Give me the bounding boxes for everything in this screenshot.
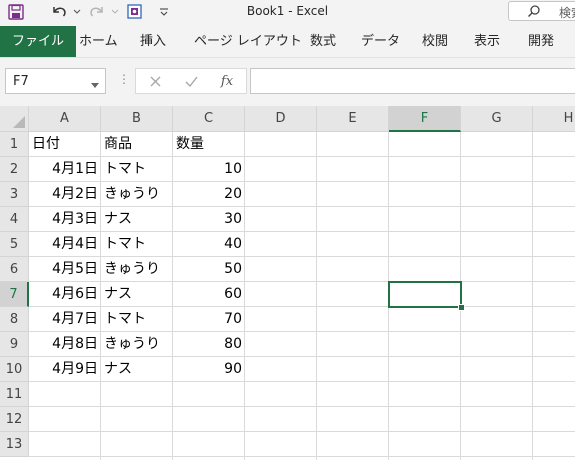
formula-buttons: fx <box>135 68 247 94</box>
column-header-e[interactable]: E <box>317 106 389 132</box>
column-header-g[interactable]: G <box>461 106 533 132</box>
formula-bar: F7 ⋮ fx <box>0 58 575 106</box>
cell-b7[interactable]: ナス <box>101 282 173 307</box>
cell-c1[interactable]: 数量 <box>173 132 245 157</box>
title-bar: Book1 - Excel 検索 <box>0 0 575 26</box>
cell-c10[interactable]: 90 <box>173 357 245 382</box>
cell-c4[interactable]: 30 <box>173 207 245 232</box>
row-header-7[interactable]: 7 <box>0 282 29 307</box>
cell-b6[interactable]: きゅうり <box>101 257 173 282</box>
column-header-a[interactable]: A <box>29 106 101 132</box>
select-all-button[interactable] <box>0 106 29 132</box>
cell-a10[interactable]: 4月9日 <box>29 357 101 382</box>
active-cell-selection[interactable] <box>388 281 462 308</box>
formula-input[interactable] <box>250 68 575 94</box>
column-header-h[interactable]: H <box>533 106 575 132</box>
search-label: 検索 <box>559 6 575 20</box>
cell-a7[interactable]: 4月6日 <box>29 282 101 307</box>
cell-a4[interactable]: 4月3日 <box>29 207 101 232</box>
column-header-c[interactable]: C <box>173 106 245 132</box>
enter-icon[interactable] <box>176 69 206 93</box>
cell-c9[interactable]: 80 <box>173 332 245 357</box>
cell-b10[interactable]: ナス <box>101 357 173 382</box>
row-header-3[interactable]: 3 <box>0 182 29 207</box>
gridline <box>29 456 575 457</box>
cell-b1[interactable]: 商品 <box>101 132 173 157</box>
cell-a5[interactable]: 4月4日 <box>29 232 101 257</box>
select-all-triangle-icon <box>13 116 25 128</box>
tab-home[interactable]: ホーム <box>79 26 118 57</box>
row-header-12[interactable]: 12 <box>0 407 29 432</box>
insert-function-icon[interactable]: fx <box>212 69 242 93</box>
row-header-10[interactable]: 10 <box>0 357 29 382</box>
cell-a8[interactable]: 4月7日 <box>29 307 101 332</box>
window-title: Book1 - Excel <box>246 4 329 18</box>
cancel-icon[interactable] <box>140 69 170 93</box>
row-header-11[interactable]: 11 <box>0 382 29 407</box>
worksheet-grid[interactable]: A B C D E F G H 1 2 3 4 5 6 7 8 9 10 11 … <box>0 106 575 460</box>
cell-b9[interactable]: きゅうり <box>101 332 173 357</box>
gridline <box>29 406 575 407</box>
formula-bar-grip-icon[interactable]: ⋮ <box>118 72 130 86</box>
tab-data[interactable]: データ <box>361 26 400 57</box>
gridline <box>29 431 575 432</box>
column-header-d[interactable]: D <box>245 106 317 132</box>
row-header-6[interactable]: 6 <box>0 257 29 282</box>
cell-c7[interactable]: 60 <box>173 282 245 307</box>
cell-a3[interactable]: 4月2日 <box>29 182 101 207</box>
tab-file[interactable]: ファイル <box>0 26 77 57</box>
cell-a6[interactable]: 4月5日 <box>29 257 101 282</box>
row-header-8[interactable]: 8 <box>0 307 29 332</box>
tab-insert[interactable]: 挿入 <box>140 26 166 57</box>
cell-c3[interactable]: 20 <box>173 182 245 207</box>
tab-view[interactable]: 表示 <box>474 26 500 57</box>
name-box-value: F7 <box>13 74 29 89</box>
name-box[interactable]: F7 <box>5 68 106 94</box>
tab-formulas[interactable]: 数式 <box>310 26 336 57</box>
search-box[interactable]: 検索 <box>508 1 575 21</box>
cell-c6[interactable]: 50 <box>173 257 245 282</box>
row-header-9[interactable]: 9 <box>0 332 29 357</box>
tab-developer[interactable]: 開発 <box>528 26 554 57</box>
cell-c2[interactable]: 10 <box>173 157 245 182</box>
cell-a2[interactable]: 4月1日 <box>29 157 101 182</box>
cell-b4[interactable]: ナス <box>101 207 173 232</box>
cell-a1[interactable]: 日付 <box>29 132 101 157</box>
fill-handle[interactable] <box>458 304 465 311</box>
row-header-1[interactable]: 1 <box>0 132 29 157</box>
search-icon <box>527 4 541 22</box>
row-header-5[interactable]: 5 <box>0 232 29 257</box>
chevron-down-icon[interactable] <box>91 78 99 93</box>
cell-a9[interactable]: 4月8日 <box>29 332 101 357</box>
cell-c5[interactable]: 40 <box>173 232 245 257</box>
tab-review[interactable]: 校閲 <box>422 26 448 57</box>
cell-b8[interactable]: トマト <box>101 307 173 332</box>
column-header-b[interactable]: B <box>101 106 173 132</box>
cell-c8[interactable]: 70 <box>173 307 245 332</box>
tab-page-layout[interactable]: ページ レイアウト <box>194 26 302 57</box>
cell-b2[interactable]: トマト <box>101 157 173 182</box>
cell-b3[interactable]: きゅうり <box>101 182 173 207</box>
ribbon-tab-bar: ファイル ホーム 挿入 ページ レイアウト 数式 データ 校閲 表示 開発 <box>0 26 575 58</box>
row-header-13[interactable]: 13 <box>0 432 29 457</box>
column-header-f[interactable]: F <box>389 106 461 132</box>
row-header-4[interactable]: 4 <box>0 207 29 232</box>
row-header-2[interactable]: 2 <box>0 157 29 182</box>
cell-b5[interactable]: トマト <box>101 232 173 257</box>
